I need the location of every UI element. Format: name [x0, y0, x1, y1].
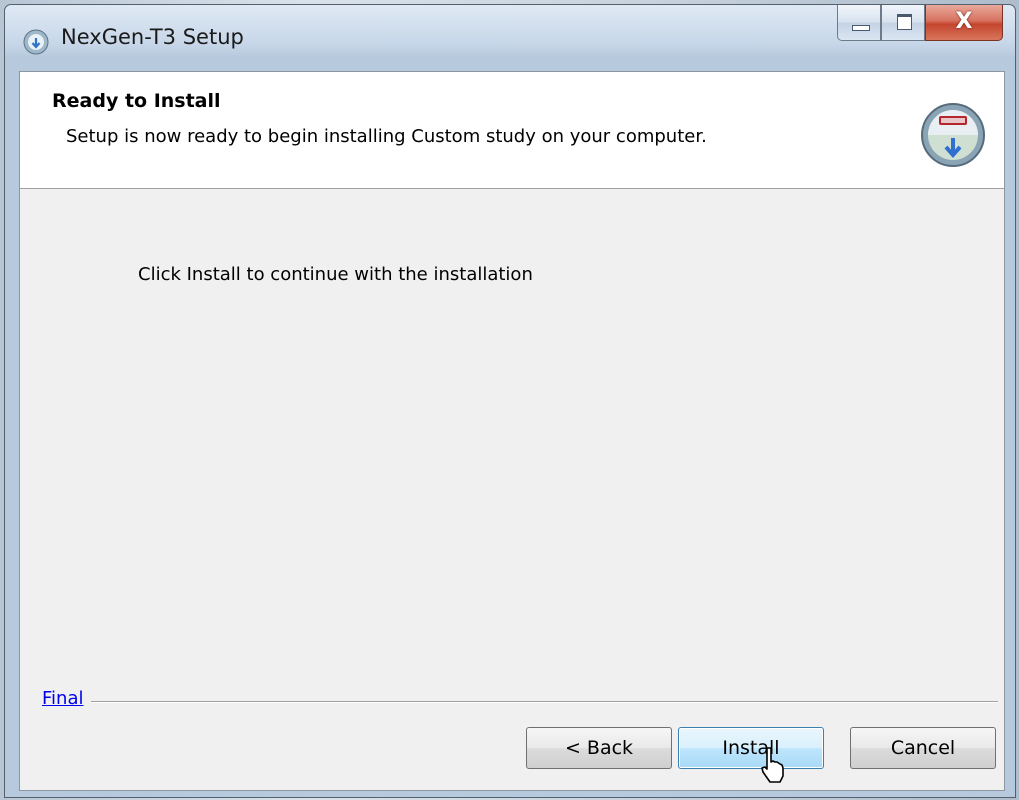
page-subtitle: Setup is now ready to begin installing C…: [66, 126, 707, 147]
maximize-button[interactable]: [881, 5, 925, 41]
page-title: Ready to Install: [52, 90, 221, 112]
caption-buttons: X: [837, 5, 1003, 45]
setup-window: NexGen-T3 Setup X Ready to Install Setup…: [4, 4, 1016, 798]
close-icon: X: [955, 9, 973, 34]
footer-divider: [42, 701, 998, 703]
dialog-client-area: Ready to Install Setup is now ready to b…: [19, 71, 1005, 791]
instruction-text: Click Install to continue with the insta…: [138, 264, 533, 285]
close-button[interactable]: X: [925, 5, 1003, 41]
window-title: NexGen-T3 Setup: [61, 25, 244, 49]
wizard-header: Ready to Install Setup is now ready to b…: [20, 72, 1004, 189]
cancel-button[interactable]: Cancel: [850, 727, 996, 769]
maximize-icon: [897, 14, 912, 30]
installer-globe-icon: [23, 29, 49, 55]
title-bar[interactable]: NexGen-T3 Setup X: [5, 5, 1015, 71]
mouse-pointer-icon: [761, 747, 784, 783]
back-button[interactable]: < Back: [526, 727, 672, 769]
installer-disc-icon: [921, 103, 985, 167]
minimize-icon: [852, 25, 870, 31]
final-link[interactable]: Final: [42, 688, 92, 709]
minimize-button[interactable]: [837, 5, 881, 41]
install-button[interactable]: Install: [678, 727, 824, 769]
